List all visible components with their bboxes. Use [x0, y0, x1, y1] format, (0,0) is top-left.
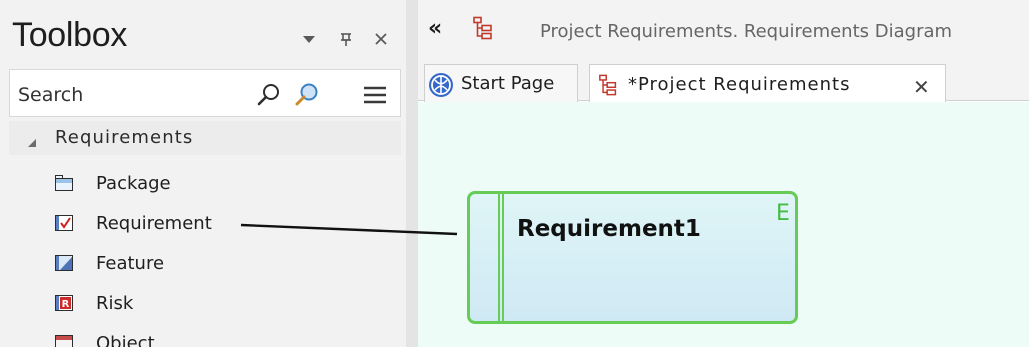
panel-splitter[interactable]: [406, 0, 418, 347]
diagram-toolbar: « Project Requirements. Requirements Dia…: [418, 0, 1029, 58]
panel-dropdown-icon[interactable]: [300, 30, 318, 48]
svg-text:R: R: [62, 299, 70, 310]
diagram-icon[interactable]: [472, 16, 496, 40]
feature-icon: [55, 255, 73, 271]
element-name: Requirement1: [517, 216, 701, 242]
tab-start-page[interactable]: Start Page: [424, 64, 578, 102]
advanced-search-icon[interactable]: [294, 82, 320, 108]
toolbox-item-label: Object: [96, 333, 155, 347]
tab-label: Start Page: [461, 73, 555, 94]
toolbox-group-label: Requirements: [55, 127, 194, 148]
requirement-element[interactable]: Requirement1 E: [467, 191, 798, 324]
search-input[interactable]: [18, 82, 218, 108]
document-tab-strip: Start Page *Project Requirements ✕: [418, 58, 1029, 102]
toolbox-item-requirement[interactable]: Requirement: [9, 206, 401, 244]
app-window: Toolbox Search Requirements Package Requ…: [0, 0, 1029, 347]
toolbox-item-label: Risk: [96, 293, 134, 314]
collapse-panel-icon[interactable]: «: [428, 16, 442, 41]
toolbox-item-risk[interactable]: R Risk: [9, 286, 401, 324]
start-page-icon: [427, 71, 455, 99]
toolbox-title: Toolbox: [12, 16, 128, 54]
risk-icon: R: [55, 295, 73, 311]
close-icon[interactable]: [372, 30, 390, 48]
element-stripe: [498, 194, 504, 321]
toolbox-item-object[interactable]: Object: [9, 326, 401, 347]
tab-project-requirements[interactable]: *Project Requirements ✕: [589, 64, 946, 102]
toolbox-panel: Toolbox Search Requirements Package Requ…: [0, 0, 406, 347]
package-icon: [55, 175, 73, 191]
toolbox-item-label: Feature: [96, 253, 165, 274]
breadcrumb: Project Requirements. Requirements Diagr…: [540, 21, 953, 42]
search-icon[interactable]: [256, 82, 282, 108]
object-icon: [55, 335, 73, 347]
toolbox-item-feature[interactable]: Feature: [9, 246, 401, 284]
requirement-icon: [55, 215, 73, 231]
toolbox-item-package[interactable]: Package: [9, 166, 401, 204]
hamburger-menu-icon[interactable]: [362, 84, 388, 110]
close-icon[interactable]: ✕: [913, 75, 930, 99]
element-stereotype-badge: E: [776, 201, 790, 226]
search-box: [9, 69, 401, 117]
pin-icon[interactable]: [337, 30, 355, 48]
toolbox-group-requirements[interactable]: Requirements: [9, 121, 401, 155]
toolbox-item-label: Requirement: [96, 213, 212, 234]
diagram-icon: [598, 74, 620, 96]
expand-arrow-icon[interactable]: [27, 133, 37, 147]
toolbox-header: Toolbox: [0, 0, 406, 68]
toolbox-item-label: Package: [96, 173, 171, 194]
tab-label: *Project Requirements: [628, 74, 851, 95]
